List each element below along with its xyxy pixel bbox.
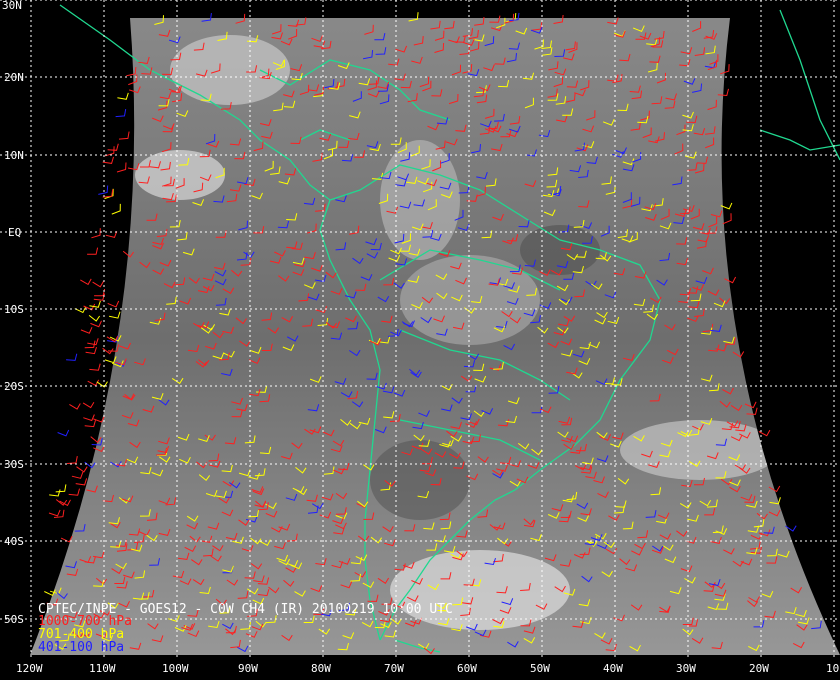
wind-barb — [57, 429, 70, 437]
lon-label: 80W — [311, 662, 331, 675]
lat-label: EQ — [8, 226, 21, 239]
wind-barb — [91, 228, 101, 239]
legend-high-level: 401-100 hPa — [38, 640, 125, 655]
lon-label: 30W — [676, 662, 696, 675]
wind-barb — [722, 213, 732, 225]
lon-label: 10 — [826, 662, 839, 675]
wind-barb — [90, 320, 102, 328]
wind-barb — [49, 489, 61, 497]
wind-barb — [87, 247, 99, 255]
wind-barb — [89, 300, 101, 308]
lat-label: 50S — [4, 613, 24, 626]
wind-barb — [105, 146, 115, 157]
lon-label: 120W — [16, 662, 43, 675]
lon-label: 90W — [238, 662, 258, 675]
wind-barb — [55, 484, 67, 493]
wind-barb — [107, 300, 120, 308]
lat-labels: 30N 20N 10N EQ 10S 20S 30S 40S 50S — [2, 0, 24, 626]
lat-label: 30S — [4, 458, 24, 471]
wind-barb — [118, 131, 130, 140]
wind-barb — [98, 185, 109, 195]
ir-image — [30, 18, 840, 655]
lon-label: 50W — [530, 662, 550, 675]
wind-barb — [69, 403, 81, 410]
lon-label: 110W — [89, 662, 116, 675]
wind-barb — [116, 162, 127, 173]
lon-label: 20W — [749, 662, 769, 675]
lat-label: 40S — [4, 535, 24, 548]
wind-barb — [71, 471, 84, 479]
wind-barb — [66, 353, 78, 361]
wind-barb — [84, 419, 96, 428]
wind-barb — [117, 92, 129, 100]
lat-label: 20N — [4, 71, 24, 84]
wind-barb — [68, 488, 80, 496]
wind-barb — [48, 509, 61, 517]
wind-barb — [80, 278, 92, 286]
wind-barb — [87, 338, 99, 346]
wind-barb — [89, 363, 101, 371]
wind-barb — [82, 401, 95, 409]
wind-barb — [80, 326, 93, 334]
lon-label: 60W — [457, 662, 477, 675]
satellite-wind-map: 30N 20N 10N EQ 10S 20S 30S 40S 50S 120W … — [0, 0, 840, 675]
wind-barb — [76, 466, 88, 473]
lon-labels: 120W 110W 100W 90W 80W 70W 60W 50W 40W 3… — [16, 662, 839, 675]
wind-barb — [92, 281, 104, 288]
wind-barb — [75, 478, 88, 486]
lat-label: 30N — [2, 0, 22, 12]
lon-label: 70W — [384, 662, 404, 675]
wind-barb — [94, 288, 106, 297]
wind-barb — [107, 143, 119, 151]
wind-barb — [83, 414, 95, 422]
lat-label: 10N — [4, 149, 24, 162]
wind-barb — [88, 315, 101, 322]
lon-label: 100W — [162, 662, 189, 675]
wind-barb — [115, 109, 127, 118]
wind-barb — [66, 456, 78, 464]
wind-barb — [87, 379, 100, 387]
lon-label: 40W — [603, 662, 623, 675]
wind-barb — [108, 311, 121, 319]
lat-label: 10S — [4, 303, 24, 316]
lat-label: 20S — [4, 380, 24, 393]
wind-barb — [74, 306, 87, 314]
wind-barb — [111, 203, 121, 215]
